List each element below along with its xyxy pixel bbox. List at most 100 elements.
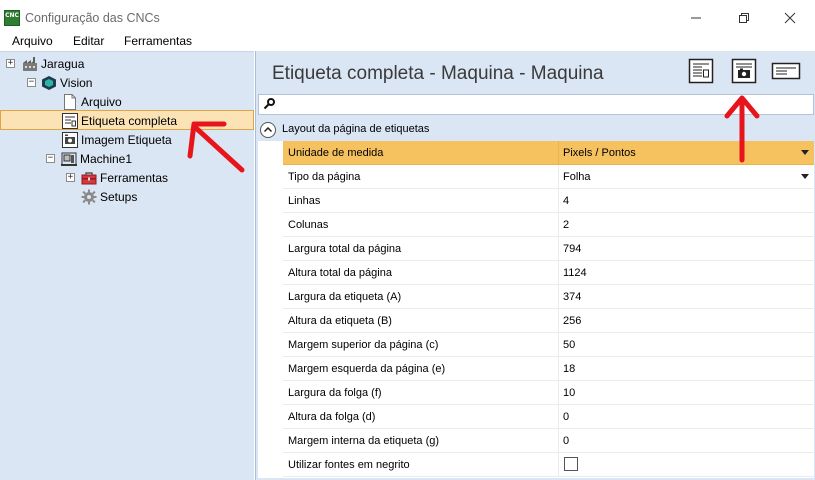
prop-value[interactable]: 50 [563, 339, 575, 351]
tree-label-ferramentas: Ferramentas [100, 170, 169, 185]
property-search-input[interactable] [258, 94, 814, 115]
property-grid: Layout da página de etiquetas Unidade de… [258, 119, 814, 478]
tree-label-vision: Vision [60, 75, 93, 90]
tree-item-machine1[interactable]: Machine1 [61, 149, 132, 168]
prop-value-dropdown[interactable]: Pixels / Pontos [563, 147, 636, 159]
tree-item-ferramentas[interactable]: Ferramentas [81, 168, 168, 187]
dropdown-arrow-icon[interactable] [801, 150, 809, 155]
tree-label-imagem-etiqueta: Imagem Etiqueta [81, 132, 172, 147]
close-icon [784, 12, 796, 24]
gear-icon [81, 189, 97, 205]
group-header-layout[interactable]: Layout da página de etiquetas [258, 119, 814, 141]
minimize-button[interactable] [678, 5, 714, 31]
prop-row-largura-total[interactable]: Largura total da página 794 [283, 237, 814, 261]
tree-item-arquivo[interactable]: Arquivo [62, 92, 122, 111]
bold-fonts-checkbox[interactable] [564, 457, 578, 471]
image-label-icon [62, 131, 78, 148]
prop-name: Margem interna da etiqueta (g) [288, 435, 440, 447]
document-icon [62, 93, 78, 110]
prop-row-margem-superior[interactable]: Margem superior da página (c) 50 [283, 333, 814, 357]
menu-bar: Arquivo Editar Ferramentas [0, 34, 815, 50]
grid-gutter [258, 141, 283, 478]
prop-value[interactable]: 1124 [563, 267, 587, 279]
prop-name: Altura da folga (d) [288, 411, 376, 423]
prop-name: Colunas [288, 219, 329, 231]
dropdown-arrow-icon[interactable] [801, 174, 809, 179]
tree-label-arquivo: Arquivo [81, 94, 122, 109]
prop-name: Largura da etiqueta (A) [288, 291, 402, 303]
prop-value[interactable]: 0 [563, 411, 569, 423]
prop-name: Margem superior da página (c) [288, 339, 439, 351]
prop-name: Altura da etiqueta (B) [288, 315, 392, 327]
group-label: Layout da página de etiquetas [282, 123, 430, 135]
machine-icon [61, 151, 77, 167]
image-label-icon [731, 58, 757, 84]
prop-value[interactable]: 4 [563, 195, 569, 207]
toolbox-icon [81, 170, 97, 186]
restore-button[interactable] [726, 5, 762, 31]
image-label-view-button[interactable] [729, 56, 759, 86]
text-label-icon [771, 62, 801, 80]
tree-item-imagem-etiqueta[interactable]: Imagem Etiqueta [62, 130, 172, 149]
collapse-toggle-machine1[interactable]: − [46, 154, 55, 163]
prop-row-tipo-da-pagina[interactable]: Tipo da página Folha [283, 165, 814, 189]
prop-row-altura-folga[interactable]: Altura da folga (d) 0 [283, 405, 814, 429]
prop-name: Unidade de medida [288, 147, 384, 159]
tree-label-setups: Setups [100, 189, 138, 204]
prop-name: Linhas [288, 195, 321, 207]
tree-label-machine1: Machine1 [80, 151, 133, 166]
prop-row-altura-etiqueta[interactable]: Altura da etiqueta (B) 256 [283, 309, 814, 333]
prop-value[interactable]: 2 [563, 219, 569, 231]
prop-value[interactable]: 0 [563, 435, 569, 447]
prop-name: Largura da folga (f) [288, 387, 382, 399]
factory-icon [22, 56, 38, 72]
tree-item-jaragua[interactable]: Jaragua [22, 54, 84, 73]
menu-editar[interactable]: Editar [73, 34, 104, 48]
text-label-view-button[interactable] [771, 56, 801, 86]
prop-name: Altura total da página [288, 267, 392, 279]
full-label-view-button[interactable] [686, 56, 716, 86]
prop-row-linhas[interactable]: Linhas 4 [283, 189, 814, 213]
prop-name: Margem esquerda da página (e) [288, 363, 446, 375]
prop-name: Largura total da página [288, 243, 402, 255]
prop-row-unidade-de-medida[interactable]: Unidade de medida Pixels / Pontos [283, 141, 814, 165]
prop-row-colunas[interactable]: Colunas 2 [283, 213, 814, 237]
tree-item-vision[interactable]: Vision [41, 73, 92, 92]
prop-value[interactable]: 18 [563, 363, 575, 375]
search-icon [263, 98, 275, 113]
prop-row-margem-interna[interactable]: Margem interna da etiqueta (g) 0 [283, 429, 814, 453]
prop-value[interactable]: 256 [563, 315, 581, 327]
expand-toggle-jaragua[interactable]: + [6, 59, 15, 68]
tree-item-setups[interactable]: Setups [81, 187, 137, 206]
prop-name: Tipo da página [288, 171, 361, 183]
prop-value-dropdown[interactable]: Folha [563, 171, 591, 183]
prop-value[interactable]: 374 [563, 291, 581, 303]
properties-panel: Etiqueta completa - Maquina - Maquina La… [255, 51, 815, 480]
full-label-icon [688, 58, 714, 84]
prop-row-largura-folga[interactable]: Largura da folga (f) 10 [283, 381, 814, 405]
full-label-icon [62, 112, 78, 129]
prop-row-altura-total[interactable]: Altura total da página 1124 [283, 261, 814, 285]
tree-label-etiqueta-completa: Etiqueta completa [81, 113, 178, 128]
prop-row-margem-esquerda[interactable]: Margem esquerda da página (e) 18 [283, 357, 814, 381]
window-title: Configuração das CNCs [25, 11, 160, 25]
collapse-toggle-vision[interactable]: − [27, 78, 36, 87]
close-button[interactable] [772, 5, 808, 31]
prop-row-largura-etiqueta[interactable]: Largura da etiqueta (A) 374 [283, 285, 814, 309]
tree-panel: + Jaragua − Vision Arquivo Etiqueta comp… [0, 51, 254, 480]
menu-ferramentas[interactable]: Ferramentas [124, 34, 192, 48]
prop-value[interactable]: 794 [563, 243, 581, 255]
prop-row-fontes-negrito[interactable]: Utilizar fontes em negrito [283, 453, 814, 477]
menu-arquivo[interactable]: Arquivo [12, 34, 53, 48]
page-title: Etiqueta completa - Maquina - Maquina [272, 63, 604, 84]
collapse-group-icon[interactable] [260, 122, 276, 138]
title-bar: CNC Configuração das CNCs [0, 0, 815, 34]
prop-value[interactable]: 10 [563, 387, 575, 399]
restore-icon [739, 13, 749, 23]
prop-name: Utilizar fontes em negrito [288, 459, 410, 471]
minimize-icon [691, 17, 701, 19]
tree-item-etiqueta-completa[interactable]: Etiqueta completa [62, 111, 177, 130]
tree-label-jaragua: Jaragua [41, 56, 85, 71]
expand-toggle-ferramentas[interactable]: + [66, 173, 75, 182]
cnc-app-icon: CNC [4, 10, 20, 26]
